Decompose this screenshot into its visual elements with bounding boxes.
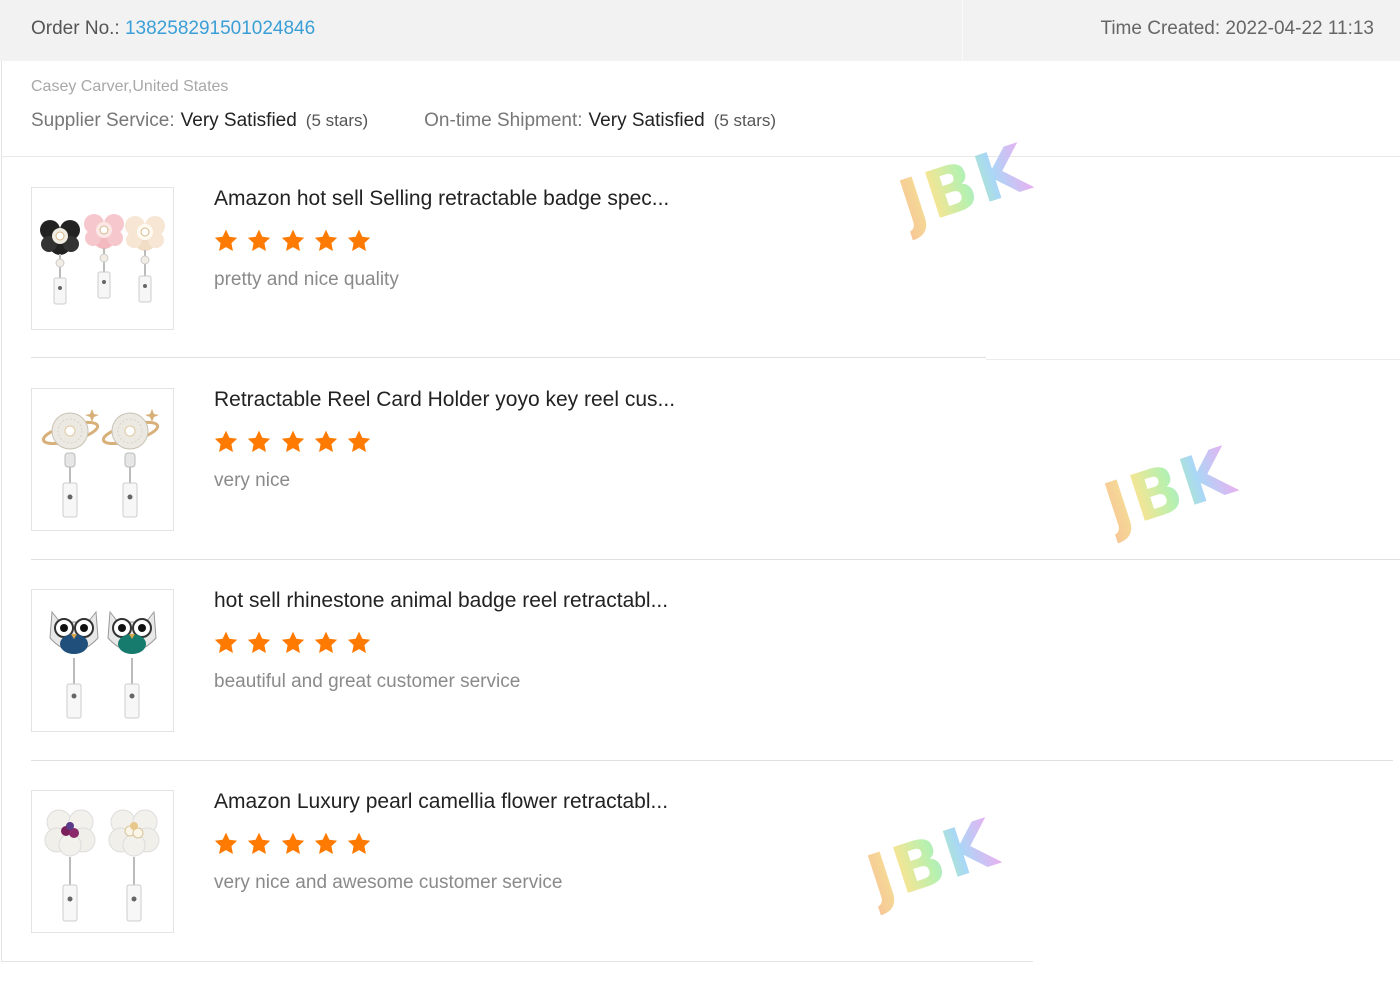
star-icon — [313, 630, 339, 656]
order-number-link[interactable]: 138258291501024846 — [125, 18, 315, 39]
product-title-link[interactable]: hot sell rhinestone animal badge reel re… — [214, 589, 668, 613]
star-rating — [213, 228, 375, 256]
star-icon — [313, 429, 339, 455]
star-icon — [213, 630, 239, 656]
star-icon — [346, 630, 372, 656]
planet-rhinestone-badge-reels-image — [41, 409, 160, 518]
pearl-camellia-badge-reels-image — [44, 809, 160, 922]
time-created: Time Created: 2022-04-22 11:13 — [1100, 18, 1374, 40]
star-icon — [313, 228, 339, 254]
on-time-shipment-stars: (5 stars) — [713, 111, 777, 130]
review-comment: very nice — [214, 470, 291, 491]
star-rating — [213, 630, 375, 658]
review-comment: beautiful and great customer service — [214, 671, 521, 692]
product-title-link[interactable]: Retractable Reel Card Holder yoyo key re… — [214, 388, 675, 412]
product-thumbnail[interactable] — [31, 790, 174, 933]
on-time-shipment-rating: On-time Shipment: Very Satisfied (5 stars) — [424, 110, 776, 132]
on-time-shipment-label: On-time Shipment: — [424, 110, 583, 131]
review-item: hot sell rhinestone animal badge reel re… — [0, 589, 1400, 789]
star-rating — [213, 831, 375, 859]
row-divider — [31, 357, 986, 358]
product-title-link[interactable]: Amazon Luxury pearl camellia flower retr… — [214, 790, 668, 814]
star-icon — [246, 630, 272, 656]
star-icon — [346, 228, 372, 254]
camellia-flower-badge-reels-image — [40, 214, 165, 305]
supplier-service-value: Very Satisfied — [180, 110, 297, 131]
row-divider — [986, 359, 1400, 360]
product-thumbnail[interactable] — [31, 388, 174, 531]
review-comment: pretty and nice quality — [214, 269, 399, 290]
star-icon — [280, 630, 306, 656]
buyer-name-country: Casey Carver,United States — [31, 78, 229, 95]
order-header: Order No.: 138258291501024846 Time Creat… — [0, 0, 1400, 61]
star-icon — [246, 429, 272, 455]
star-icon — [313, 831, 339, 857]
order-number-label: Order No.: — [31, 18, 125, 39]
product-thumbnail[interactable] — [31, 187, 174, 330]
owl-rhinestone-badge-reels-image — [49, 610, 157, 719]
star-icon — [213, 429, 239, 455]
supplier-service-stars: (5 stars) — [305, 111, 369, 130]
review-item: Amazon Luxury pearl camellia flower retr… — [0, 790, 1400, 990]
star-icon — [280, 228, 306, 254]
supplier-service-rating: Supplier Service: Very Satisfied (5 stars) — [31, 110, 368, 132]
star-icon — [246, 228, 272, 254]
order-ratings: Supplier Service: Very Satisfied (5 stars)… — [31, 110, 776, 132]
product-title-link[interactable]: Amazon hot sell Selling retractable badg… — [214, 187, 669, 211]
supplier-service-label: Supplier Service: — [31, 110, 175, 131]
star-icon — [213, 831, 239, 857]
product-thumbnail[interactable] — [31, 589, 174, 732]
star-icon — [213, 228, 239, 254]
star-icon — [346, 831, 372, 857]
star-icon — [346, 429, 372, 455]
order-number-line: Order No.: 138258291501024846 — [31, 18, 315, 40]
star-icon — [280, 831, 306, 857]
star-rating — [213, 429, 375, 457]
info-divider — [1, 156, 1400, 157]
star-icon — [246, 831, 272, 857]
star-icon — [280, 429, 306, 455]
time-created-label: Time Created: — [1100, 18, 1226, 39]
on-time-shipment-value: Very Satisfied — [588, 110, 705, 131]
time-created-value: 2022-04-22 11:13 — [1225, 18, 1374, 39]
row-divider — [31, 559, 1400, 560]
review-comment: very nice and awesome customer service — [214, 872, 563, 893]
row-divider — [31, 760, 1393, 761]
header-divider — [962, 0, 963, 61]
